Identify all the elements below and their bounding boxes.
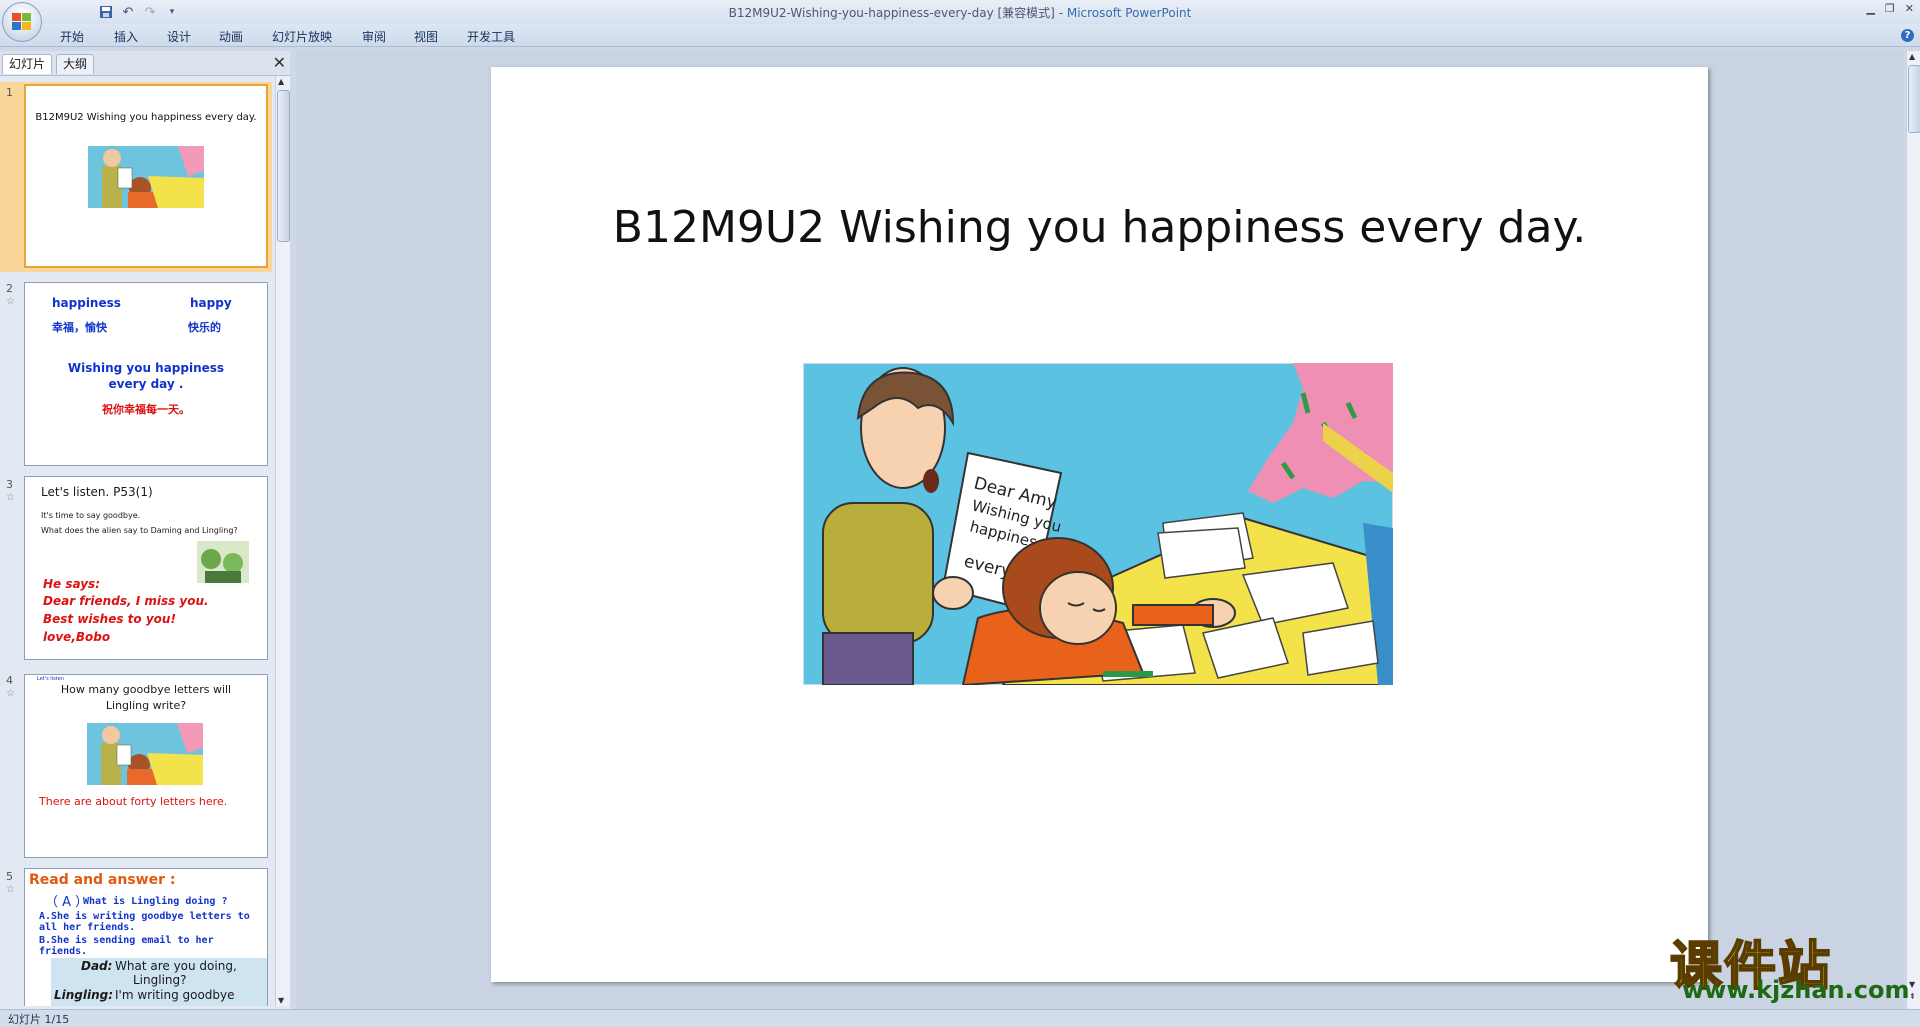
tab-review[interactable]: 审阅 bbox=[362, 28, 386, 45]
tab-outline[interactable]: 大纲 bbox=[56, 54, 95, 74]
scroll-down-icon[interactable]: ▼ bbox=[278, 996, 284, 1005]
slide-workspace: B12M9U2 Wishing you happiness every day. bbox=[296, 51, 1904, 1009]
panel-tabs: 幻灯片 大纲 ✕ bbox=[0, 51, 290, 76]
window-controls: ▁ ❐ ✕ bbox=[1866, 2, 1914, 15]
dialogue-box: Dad: What are you doing, Lingling? Lingl… bbox=[51, 958, 267, 1006]
thumb-text: A.She is writing goodbye letters to bbox=[39, 911, 250, 922]
slide-title[interactable]: B12M9U2 Wishing you happiness every day. bbox=[491, 202, 1708, 253]
ribbon-tabs: 开始 插入 设计 动画 幻灯片放映 审阅 视图 开发工具 ? bbox=[0, 24, 1920, 47]
restore-icon[interactable]: ❐ bbox=[1885, 2, 1895, 15]
thumb-text: 快乐的 bbox=[188, 321, 221, 334]
thumb-text: What does the alien say to Daming and Li… bbox=[41, 526, 238, 535]
tab-insert[interactable]: 插入 bbox=[114, 28, 138, 45]
thumbnail-slide-1[interactable]: 1 B12M9U2 Wishing you happiness every da… bbox=[0, 82, 272, 272]
thumb-text: 幸福，愉快 bbox=[52, 321, 107, 334]
thumb-text: Wishing you happiness bbox=[67, 361, 225, 375]
slide-thumbnail: Let's listen. P53(1) It's time to say go… bbox=[24, 476, 268, 660]
thumbnail-slide-5[interactable]: 5 ☆ Read and answer : （ A ） What is Ling… bbox=[0, 866, 272, 1006]
slide-canvas[interactable]: B12M9U2 Wishing you happiness every day. bbox=[491, 67, 1708, 982]
thumb-text: 祝你幸福每一天。 bbox=[102, 403, 190, 416]
slides-panel: 幻灯片 大纲 ✕ 1 B12M9U2 Wishing you happiness… bbox=[0, 51, 290, 1009]
thumb-text: every day . bbox=[108, 377, 184, 391]
slide-number: 5 bbox=[6, 870, 13, 883]
tab-developer[interactable]: 开发工具 bbox=[467, 28, 515, 45]
minimize-icon[interactable]: ▁ bbox=[1866, 2, 1874, 15]
thumbnail-title: B12M9U2 Wishing you happiness every day. bbox=[35, 112, 257, 123]
thumbnail-slide-2[interactable]: 2 ☆ happiness happy 幸福，愉快 快乐的 Wishing yo… bbox=[0, 278, 272, 468]
thumb-text: happiness bbox=[52, 296, 121, 310]
thumbnail-slide-4[interactable]: 4 ☆ Let's listen How many goodbye letter… bbox=[0, 670, 272, 860]
thumb-text: He says: bbox=[43, 577, 100, 591]
thumb-text: Dad: bbox=[81, 959, 113, 973]
thumb-text: I'm writing goodbye bbox=[115, 988, 235, 1002]
thumbnail-illustration bbox=[197, 541, 249, 583]
close-window-icon[interactable]: ✕ bbox=[1905, 2, 1914, 15]
tab-view[interactable]: 视图 bbox=[414, 28, 438, 45]
animation-icon: ☆ bbox=[6, 492, 15, 503]
thumb-text: Read and answer : bbox=[29, 872, 176, 888]
thumb-text: It's time to say goodbye. bbox=[41, 511, 141, 520]
slide-thumbnail: Let's listen How many goodbye letters wi… bbox=[24, 674, 268, 858]
slide-thumbnail: Read and answer : （ A ） What is Lingling… bbox=[24, 868, 268, 1006]
thumb-text: How many goodbye letters will bbox=[60, 683, 232, 696]
close-icon[interactable]: ✕ bbox=[273, 53, 286, 72]
tab-design[interactable]: 设计 bbox=[167, 28, 191, 45]
thumb-text: happy bbox=[190, 296, 232, 310]
thumb-text: Dear friends, I miss you. bbox=[43, 594, 209, 608]
scroll-thumb[interactable] bbox=[277, 90, 290, 242]
thumb-text: What are you doing, bbox=[115, 959, 237, 973]
slide-scrollbar[interactable]: ▲ ▼ ⇞ bbox=[1906, 51, 1920, 1009]
scroll-up-icon[interactable]: ▲ bbox=[1909, 52, 1915, 61]
office-button-icon bbox=[12, 13, 31, 30]
slide-thumbnail: happiness happy 幸福，愉快 快乐的 Wishing you ha… bbox=[24, 282, 268, 466]
animation-icon: ☆ bbox=[6, 688, 15, 699]
thumb-text: Lingling: bbox=[54, 988, 114, 1002]
thumbnail-scrollbar[interactable]: ▲ ▼ bbox=[275, 76, 290, 1006]
slide-number: 1 bbox=[6, 86, 13, 99]
thumb-text: Let's listen bbox=[37, 676, 64, 682]
thumbnail-illustration bbox=[88, 146, 204, 208]
thumb-text: all her friends. bbox=[39, 922, 136, 933]
thumb-text: love,Bobo bbox=[43, 630, 111, 644]
thumb-text: There are about forty letters here. bbox=[39, 795, 228, 808]
slide-thumbnail: B12M9U2 Wishing you happiness every day. bbox=[24, 84, 268, 268]
status-bar: 幻灯片 1/15 bbox=[0, 1009, 1920, 1026]
watermark-logo: 课件站 www.kjzhan.com bbox=[1669, 924, 1910, 1004]
thumb-text: Best wishes to you! bbox=[43, 612, 176, 626]
thumbnail-illustration bbox=[87, 723, 203, 785]
slide-number: 4 bbox=[6, 674, 13, 687]
tab-slideshow[interactable]: 幻灯片放映 bbox=[272, 28, 332, 45]
scroll-thumb[interactable] bbox=[1908, 65, 1920, 133]
watermark-url: www.kjzhan.com bbox=[1682, 976, 1910, 1004]
animation-icon: ☆ bbox=[6, 884, 15, 895]
slide-illustration[interactable]: Dear Amy Wishing you happiness every day… bbox=[803, 363, 1393, 685]
title-bar: ↶ ↷ ▾ B12M9U2-Wishing-you-happiness-ever… bbox=[0, 0, 1920, 24]
tab-animation[interactable]: 动画 bbox=[219, 28, 243, 45]
thumb-text: Lingling? bbox=[133, 973, 187, 987]
scroll-up-icon[interactable]: ▲ bbox=[278, 77, 284, 86]
window-title: B12M9U2-Wishing-you-happiness-every-day … bbox=[728, 6, 1192, 20]
thumb-text: What is Lingling doing ? bbox=[83, 896, 228, 907]
thumbnail-slide-3[interactable]: 3 ☆ Let's listen. P53(1) It's time to sa… bbox=[0, 474, 272, 664]
tab-home[interactable]: 开始 bbox=[60, 28, 84, 45]
thumb-text: Let's listen. P53(1) bbox=[41, 485, 153, 499]
slide-number: 2 bbox=[6, 282, 13, 295]
thumb-text: Lingling write? bbox=[105, 699, 187, 712]
thumb-text: B.She is sending email to her bbox=[39, 935, 214, 946]
previous-slide-icon[interactable]: ⇞ bbox=[1909, 992, 1916, 1001]
thumbnail-list: 1 B12M9U2 Wishing you happiness every da… bbox=[0, 76, 272, 1006]
animation-icon: ☆ bbox=[6, 296, 15, 307]
tab-slides[interactable]: 幻灯片 bbox=[2, 54, 53, 74]
thumb-text: friends. bbox=[39, 946, 88, 957]
office-button[interactable] bbox=[2, 2, 42, 42]
help-icon[interactable]: ? bbox=[1901, 29, 1914, 42]
thumb-text: （ A ） bbox=[45, 895, 89, 910]
slide-number: 3 bbox=[6, 478, 13, 491]
